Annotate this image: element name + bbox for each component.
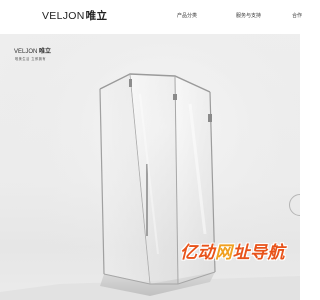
hero-tagline: 唯美生活 立即拥有	[15, 57, 47, 61]
site-header: VELJON唯立 产品分类 服务与支持 合作	[0, 0, 302, 34]
hero-logo: VELJON 唯立	[14, 46, 51, 55]
nav-item-products[interactable]: 产品分类	[177, 12, 197, 19]
watermark-text: 亿动网址导航	[180, 238, 300, 263]
nav-item-cooperation[interactable]: 合作	[292, 12, 302, 19]
hero-logo-cn: 唯立	[39, 49, 52, 55]
watermark-part1: 亿动	[180, 243, 215, 263]
nav-item-service[interactable]: 服务与支持	[236, 12, 261, 19]
watermark-part2: 网	[215, 243, 233, 263]
watermark-part3: 址导航	[232, 243, 285, 263]
main-nav: 产品分类 服务与支持 合作	[0, 12, 302, 22]
hero-logo-latin: VELJON	[14, 49, 38, 55]
